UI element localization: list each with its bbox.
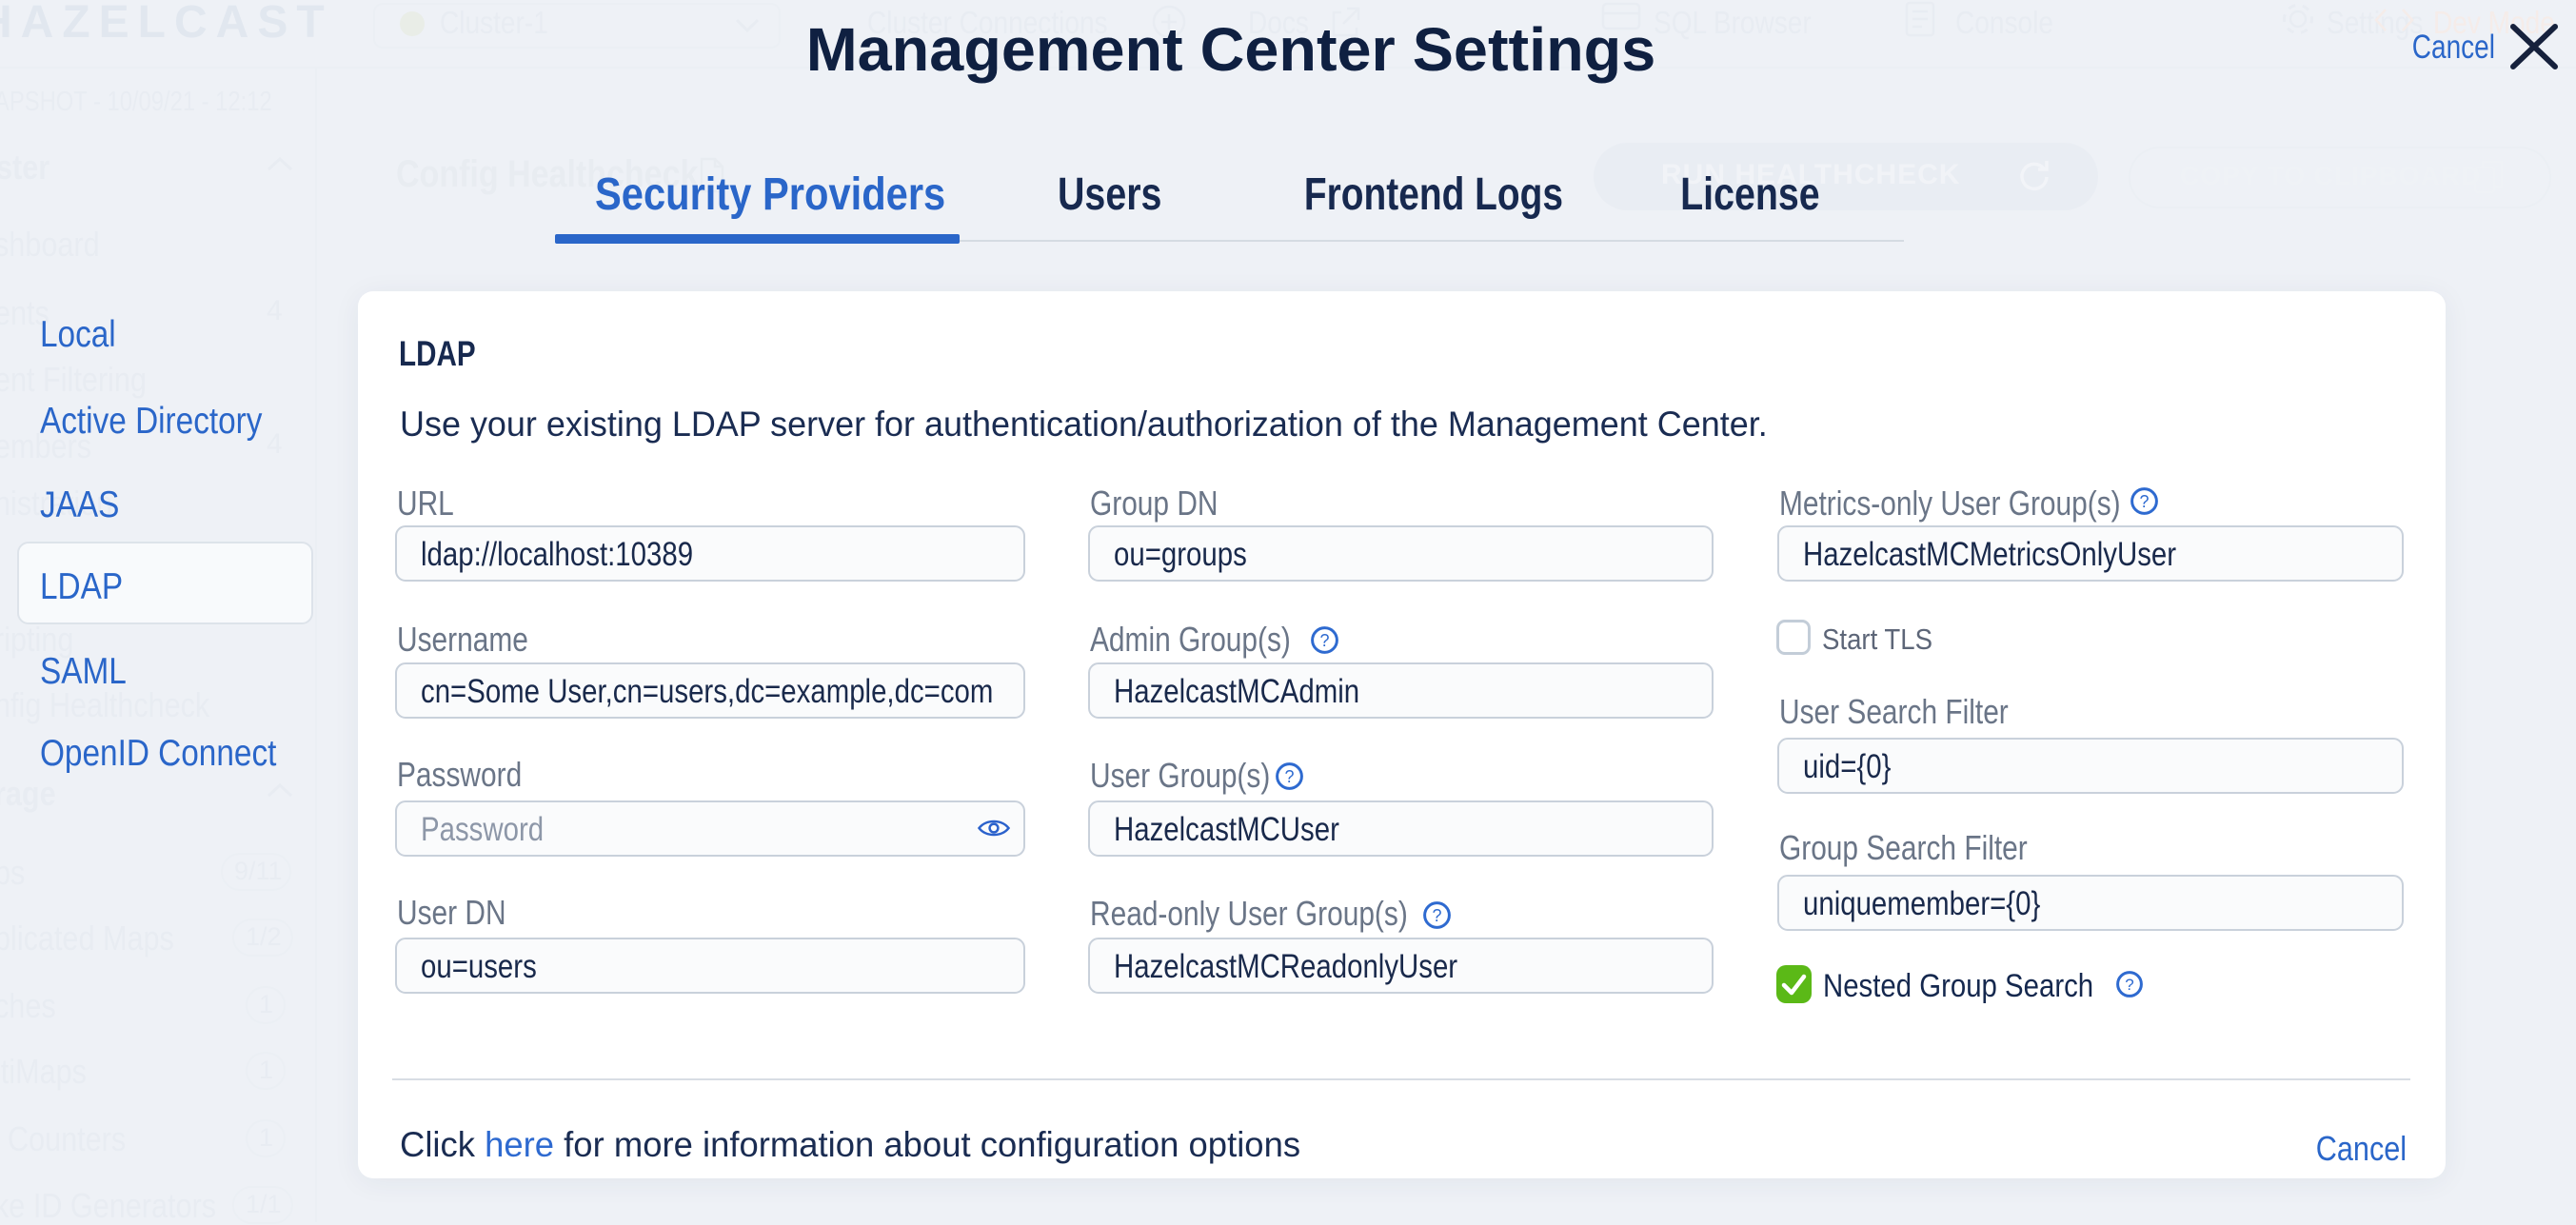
svg-text:?: ? — [1432, 905, 1441, 924]
svg-text:?: ? — [2125, 976, 2133, 994]
svg-text:?: ? — [1319, 630, 1329, 649]
svg-text:?: ? — [2139, 491, 2149, 510]
svg-text:?: ? — [1284, 766, 1294, 785]
